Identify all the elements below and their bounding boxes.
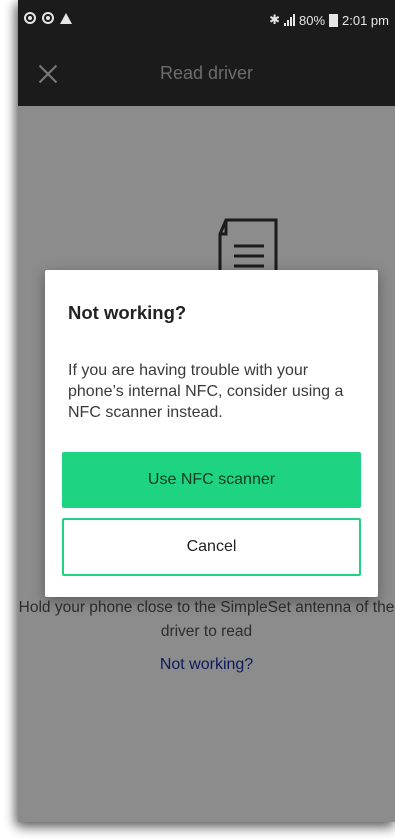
page-title: Read driver xyxy=(159,63,254,83)
battery-percent: 80% xyxy=(298,12,326,28)
notification-icon xyxy=(24,12,36,24)
not-working-dialog: Not working? If you are having trouble w… xyxy=(45,270,378,597)
not-working-link[interactable]: Not working? xyxy=(18,656,395,674)
notification-icon xyxy=(42,12,54,24)
status-right: ✱ 80% 2:01 pm xyxy=(269,12,389,28)
bluetooth-icon: ✱ xyxy=(269,12,280,27)
read-instruction: Hold your phone close to the SimpleSet a… xyxy=(18,599,395,640)
use-nfc-scanner-button[interactable]: Use NFC scanner xyxy=(62,452,361,508)
app-bar: Read driver xyxy=(18,42,395,106)
status-bar: ✱ 80% 2:01 pm xyxy=(18,0,395,42)
status-time: 2:01 pm xyxy=(342,12,389,28)
status-left-icons xyxy=(24,12,72,24)
dialog-message: If you are having trouble with your phon… xyxy=(68,362,344,421)
phone-screen: ✱ 80% 2:01 pm Read driver Hold your phon… xyxy=(18,0,395,822)
dialog-title: Not working? xyxy=(68,302,187,323)
signal-icon xyxy=(283,14,295,26)
warning-icon xyxy=(60,12,72,24)
battery-icon xyxy=(329,13,339,27)
cancel-button[interactable]: Cancel xyxy=(62,518,361,576)
